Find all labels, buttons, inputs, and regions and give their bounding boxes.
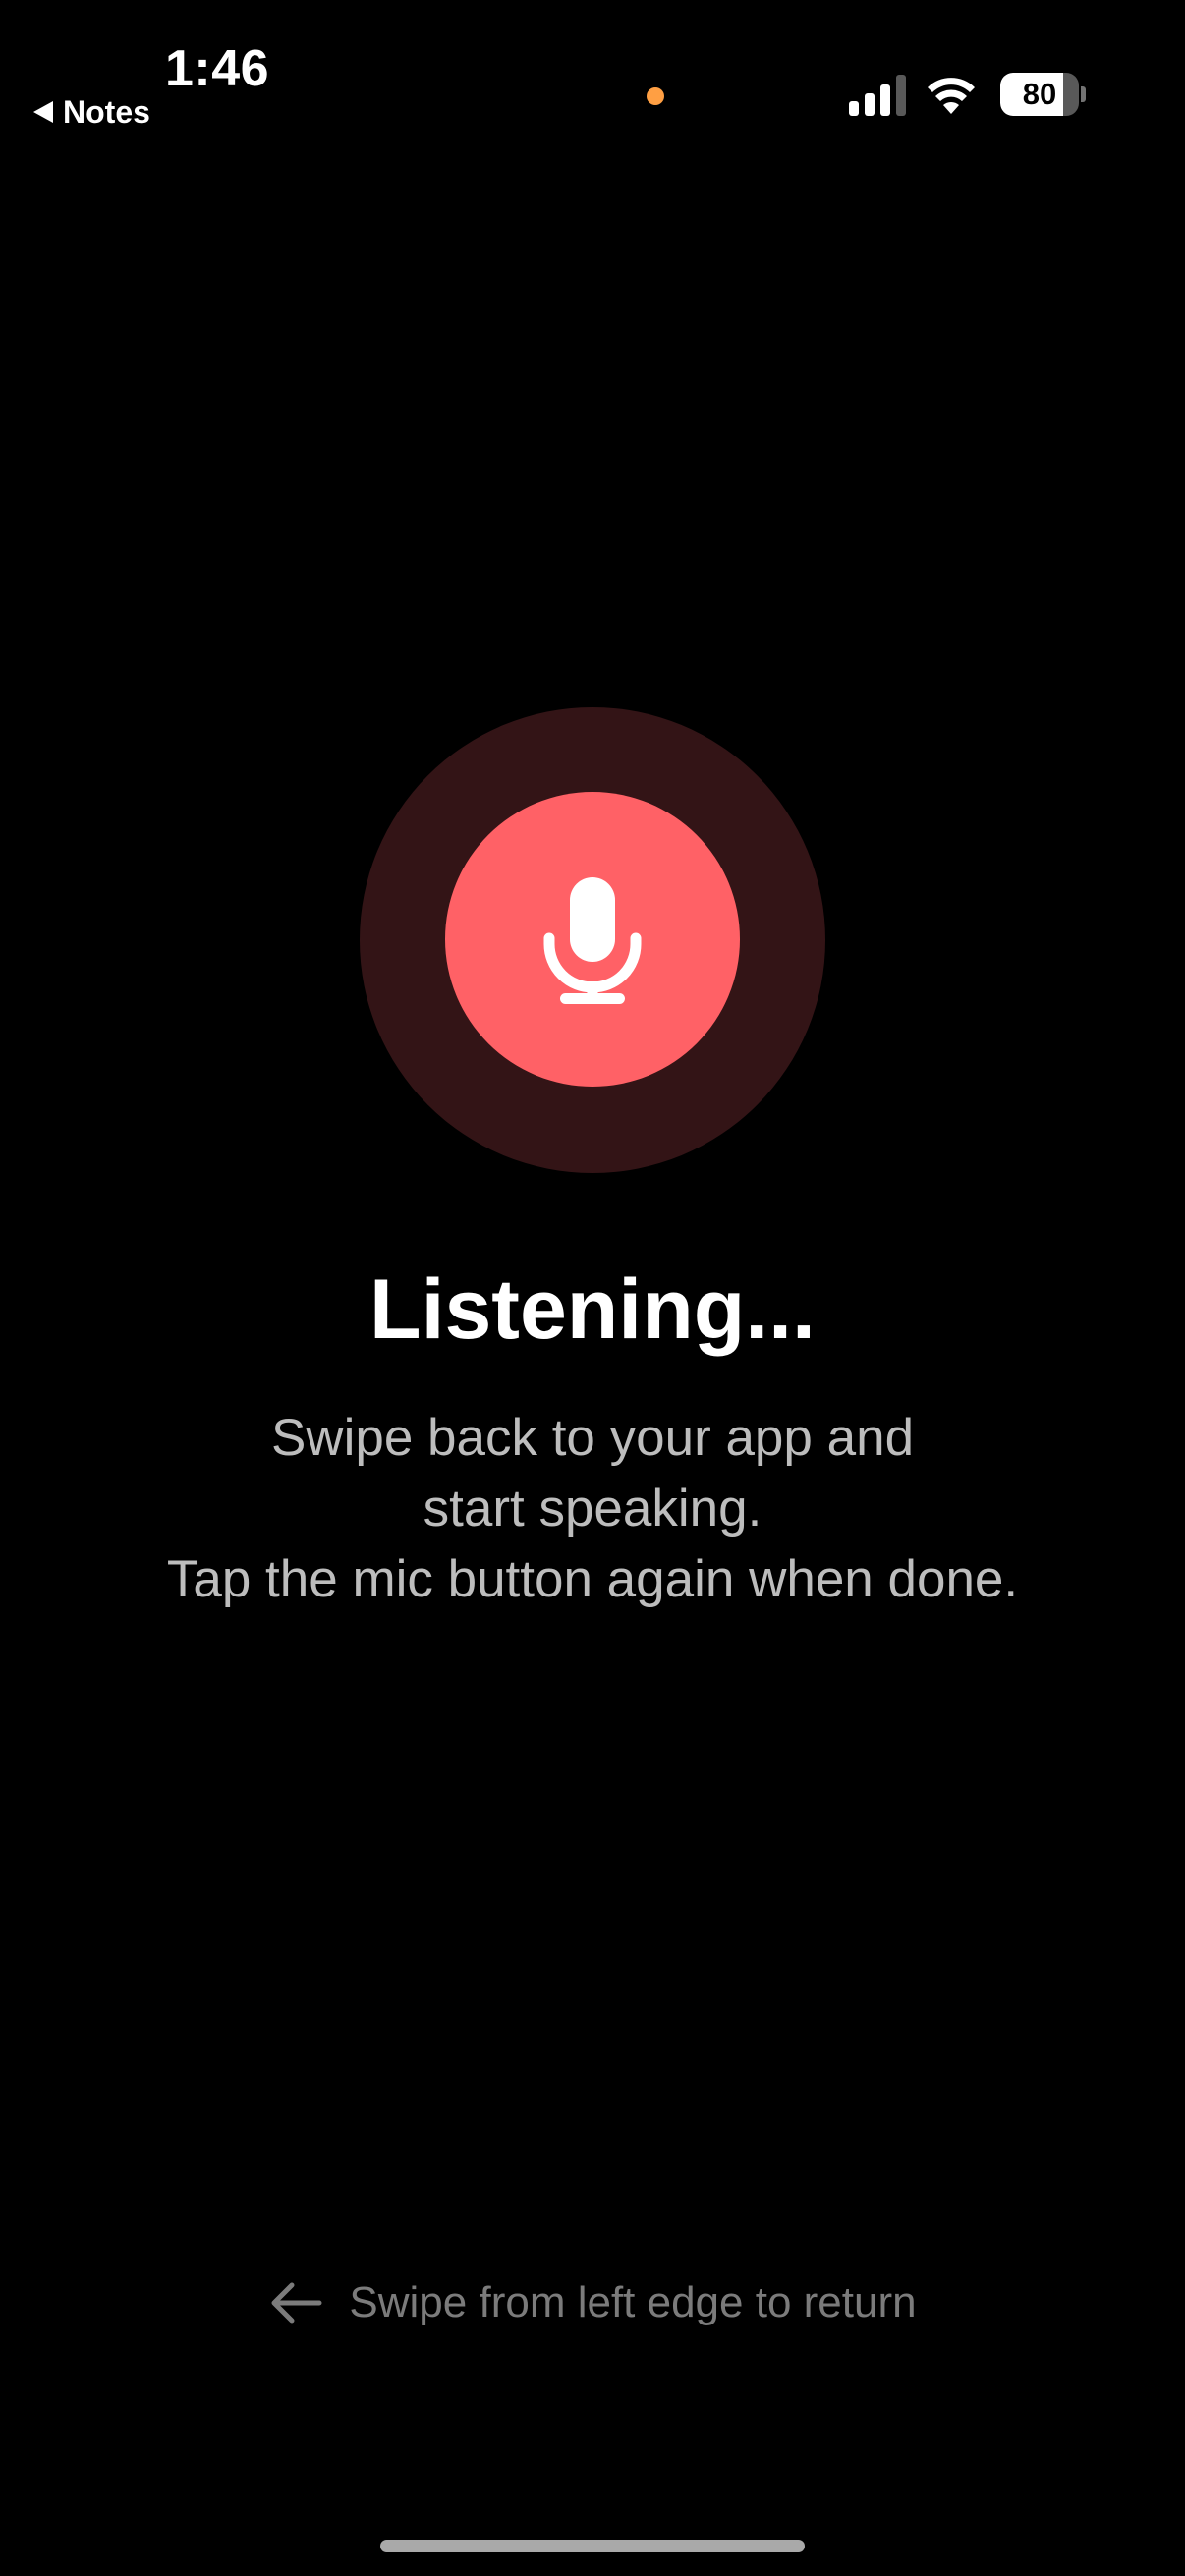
arrow-left-icon xyxy=(271,2282,322,2324)
back-triangle-icon xyxy=(33,101,53,123)
battery-nub xyxy=(1081,86,1086,102)
battery-icon: 80 xyxy=(1000,73,1079,116)
instructions-line-1: Swipe back to your app and xyxy=(270,1409,915,1467)
home-indicator[interactable] xyxy=(380,2540,805,2552)
instructions-line-2: start speaking. xyxy=(423,1480,762,1538)
back-to-app-button[interactable]: Notes xyxy=(33,96,150,128)
swipe-hint: Swipe from left edge to return xyxy=(0,2281,1185,2324)
back-to-app-label: Notes xyxy=(63,94,150,130)
instructions-line-3: Tap the mic button again when done. xyxy=(166,1550,1019,1608)
cellular-signal-icon xyxy=(849,75,906,116)
status-time: 1:46 xyxy=(165,40,270,97)
swipe-hint-text: Swipe from left edge to return xyxy=(349,2278,917,2326)
listening-title: Listening... xyxy=(369,1262,816,1357)
mic-button[interactable] xyxy=(445,792,740,1087)
instructions-text: Swipe back to your app and start speakin… xyxy=(0,1403,1185,1615)
wifi-icon xyxy=(928,78,975,114)
microphone-icon xyxy=(543,877,642,1004)
privacy-indicator-dot xyxy=(647,87,664,105)
battery-percent: 80 xyxy=(1022,77,1057,111)
